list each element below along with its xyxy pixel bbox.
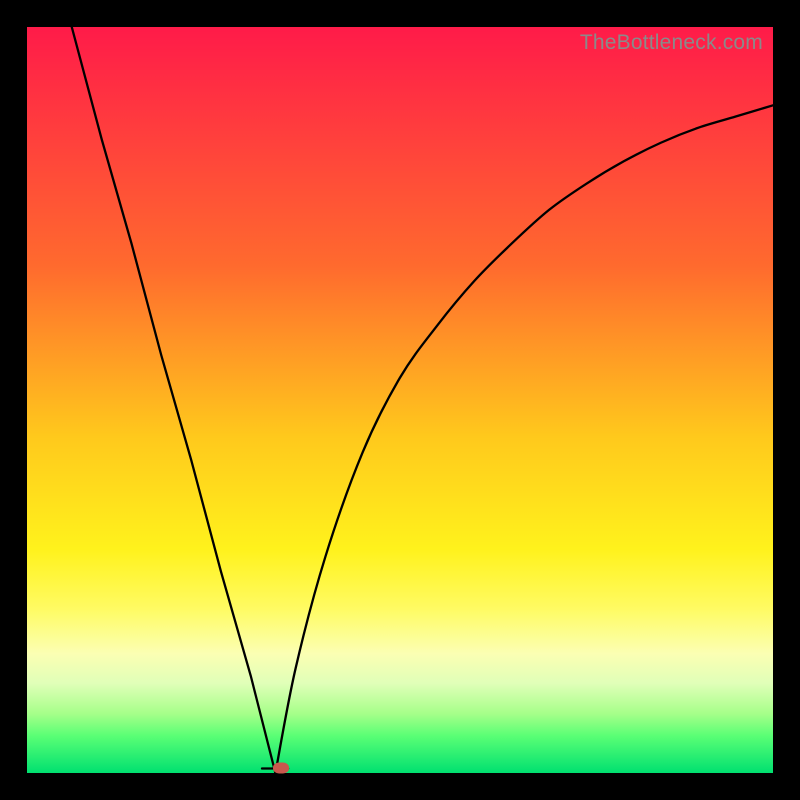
plot-area: TheBottleneck.com — [27, 27, 773, 773]
chart-frame: TheBottleneck.com — [0, 0, 800, 800]
curve-left — [72, 27, 276, 773]
curve-right — [275, 105, 773, 773]
chart-curve — [27, 27, 773, 773]
bottleneck-marker — [273, 762, 289, 773]
watermark-text: TheBottleneck.com — [580, 31, 763, 55]
